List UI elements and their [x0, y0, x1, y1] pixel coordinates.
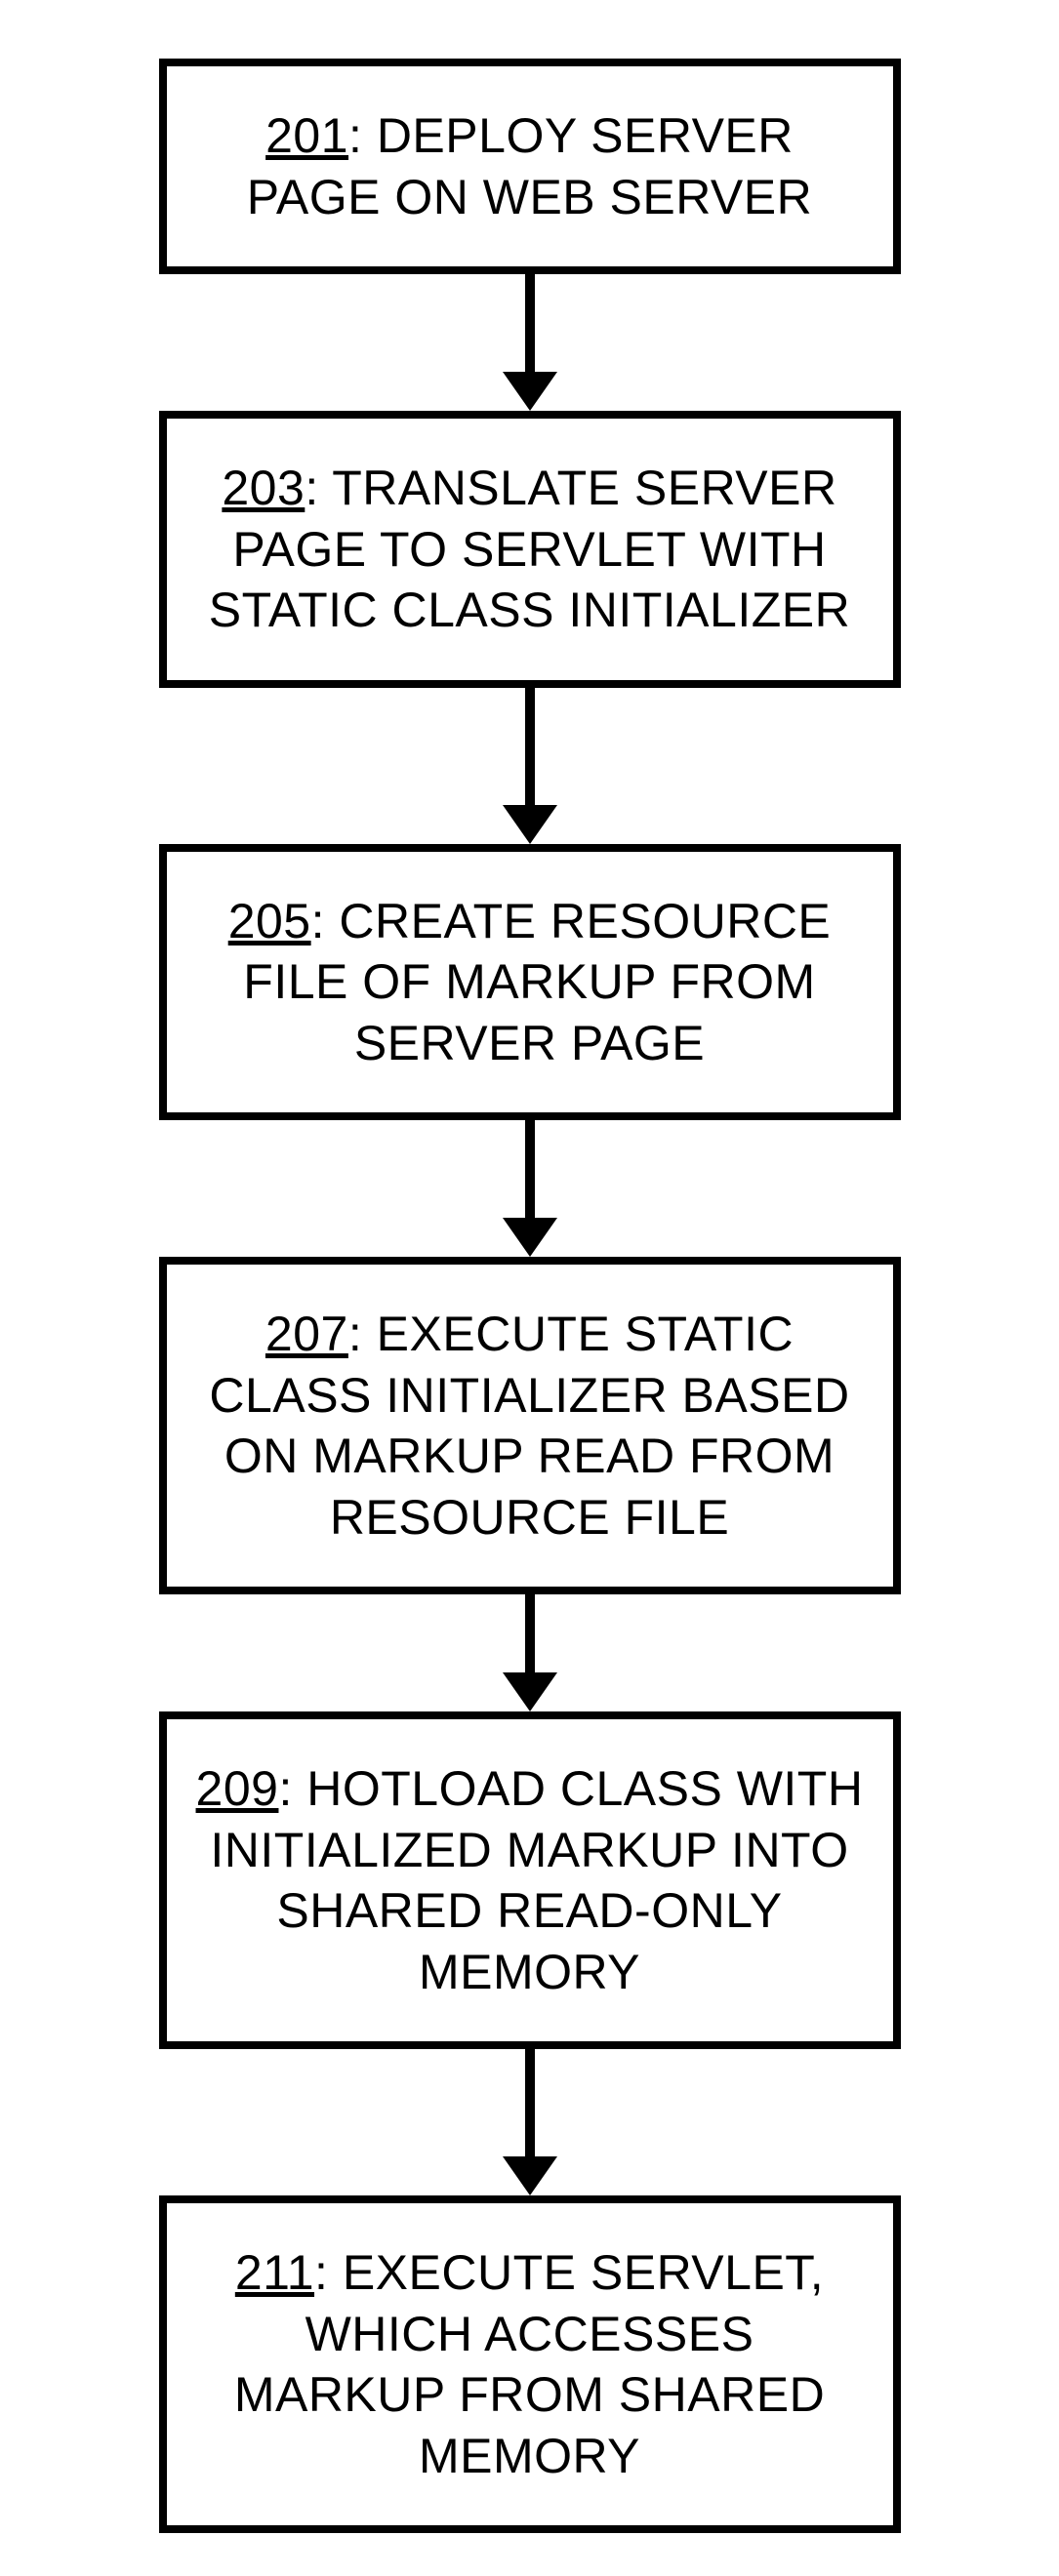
step-desc: HOTLOAD CLASS WITH INITIALIZED MARKUP IN… [210, 1761, 863, 1999]
step-number: 201 [265, 108, 348, 163]
step-number: 209 [196, 1761, 279, 1816]
step-box-203: 203: TRANSLATE SERVER PAGE TO SERVLET WI… [159, 411, 901, 688]
arrow-shaft [525, 1594, 535, 1672]
arrow-209-211 [503, 2049, 557, 2195]
step-desc: CREATE RESOURCE FILE OF MARKUP FROM SERV… [243, 894, 831, 1070]
step-number: 211 [235, 2245, 314, 2300]
arrow-head-icon [503, 1672, 557, 1711]
arrow-head-icon [503, 372, 557, 411]
arrow-shaft [525, 1120, 535, 1218]
step-number: 205 [228, 894, 311, 948]
step-text: 201: DEPLOY SERVER PAGE ON WEB SERVER [196, 105, 864, 227]
step-desc: TRANSLATE SERVER PAGE TO SERVLET WITH ST… [209, 461, 850, 637]
step-box-205: 205: CREATE RESOURCE FILE OF MARKUP FROM… [159, 844, 901, 1121]
step-text: 211: EXECUTE SERVLET, WHICH ACCESSES MAR… [196, 2242, 864, 2486]
arrow-205-207 [503, 1120, 557, 1257]
step-text: 209: HOTLOAD CLASS WITH INITIALIZED MARK… [196, 1758, 864, 2002]
arrow-head-icon [503, 1218, 557, 1257]
arrow-head-icon [503, 2156, 557, 2195]
step-text: 203: TRANSLATE SERVER PAGE TO SERVLET WI… [196, 458, 864, 641]
arrow-head-icon [503, 805, 557, 844]
step-box-209: 209: HOTLOAD CLASS WITH INITIALIZED MARK… [159, 1711, 901, 2049]
arrow-shaft [525, 688, 535, 805]
step-number: 207 [265, 1307, 348, 1361]
step-desc: EXECUTE SERVLET, WHICH ACCESSES MARKUP F… [234, 2245, 825, 2483]
step-box-211: 211: EXECUTE SERVLET, WHICH ACCESSES MAR… [159, 2195, 901, 2533]
step-box-207: 207: EXECUTE STATIC CLASS INITIALIZER BA… [159, 1257, 901, 1594]
arrow-203-205 [503, 688, 557, 844]
arrow-207-209 [503, 1594, 557, 1711]
arrow-shaft [525, 2049, 535, 2156]
step-number: 203 [222, 461, 305, 515]
arrow-shaft [525, 274, 535, 372]
step-box-201: 201: DEPLOY SERVER PAGE ON WEB SERVER [159, 59, 901, 274]
step-text: 207: EXECUTE STATIC CLASS INITIALIZER BA… [196, 1304, 864, 1548]
flowchart-container: 201: DEPLOY SERVER PAGE ON WEB SERVER 20… [0, 0, 1059, 2533]
arrow-201-203 [503, 274, 557, 411]
step-text: 205: CREATE RESOURCE FILE OF MARKUP FROM… [196, 891, 864, 1074]
